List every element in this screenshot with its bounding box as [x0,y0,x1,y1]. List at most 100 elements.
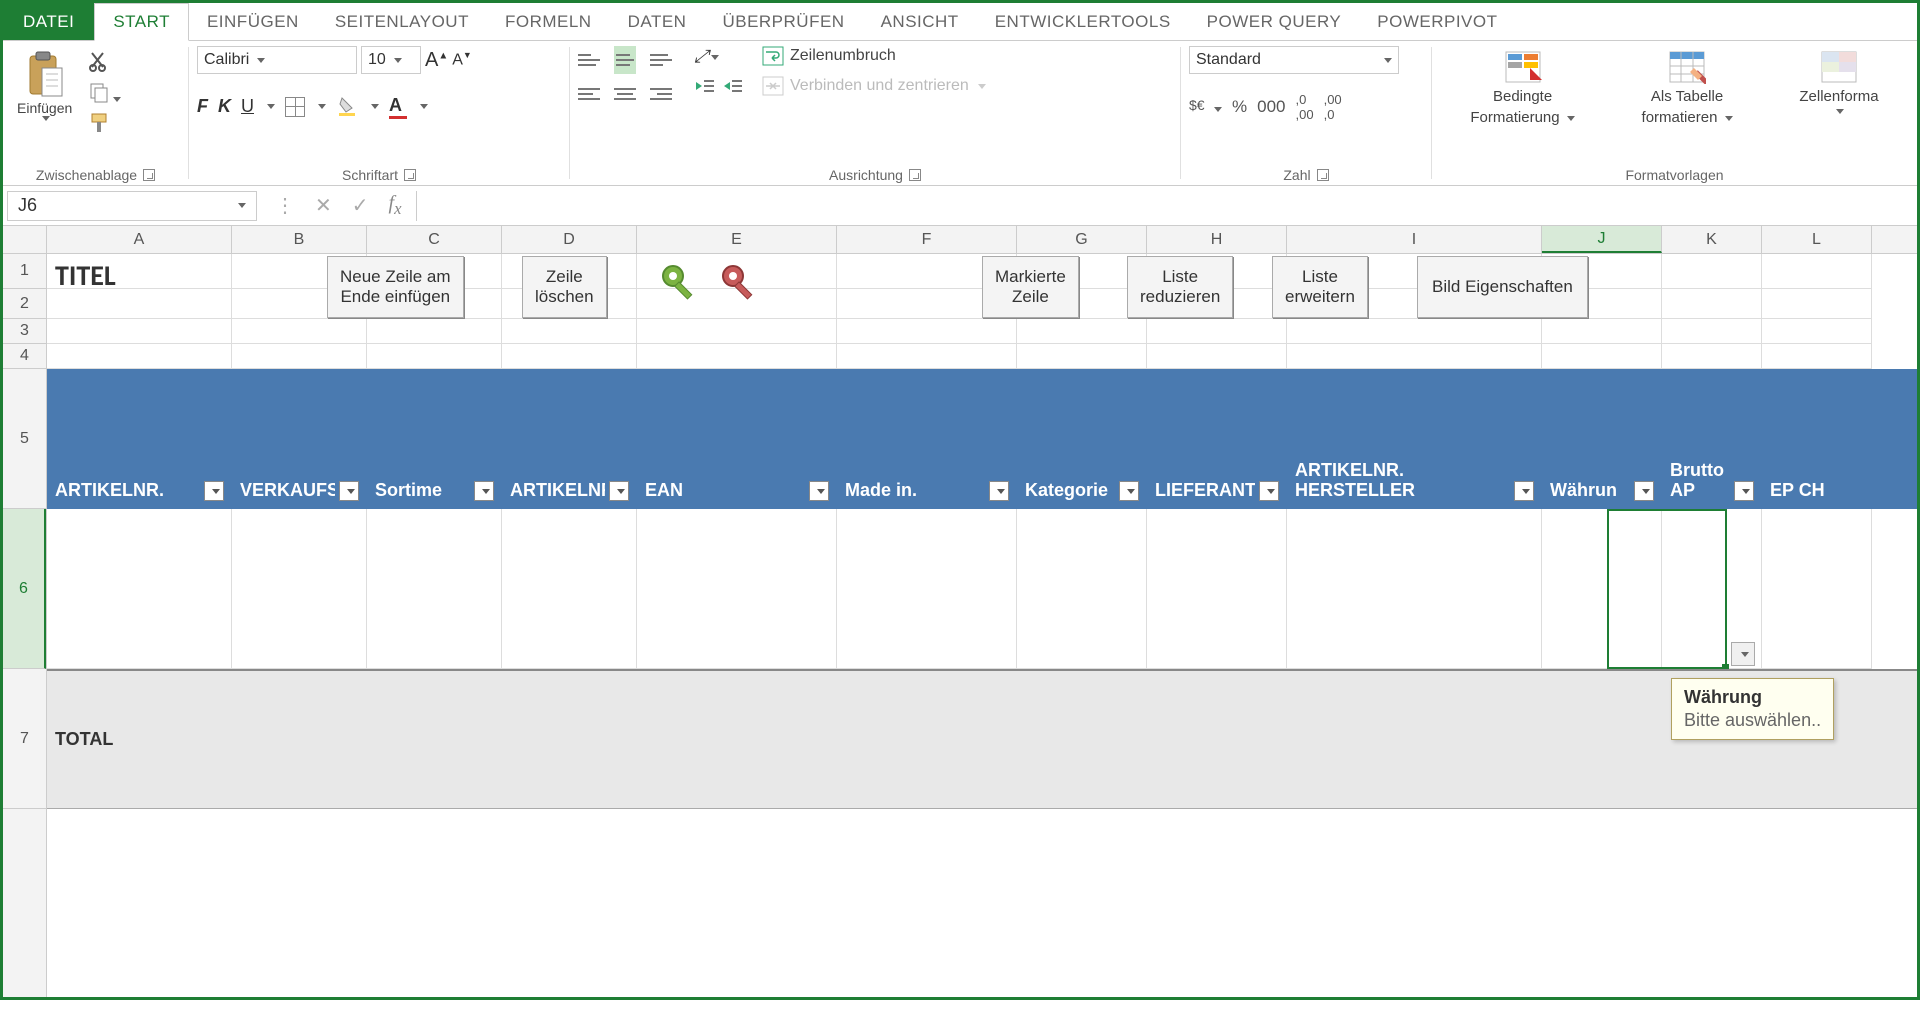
tab-layout[interactable]: SEITENLAYOUT [317,3,487,40]
th-artikelnr2[interactable]: ARTIKELNR [510,480,605,501]
italic-button[interactable]: K [218,96,231,117]
wrap-text-button[interactable]: Zeilenumbruch [762,46,986,66]
new-row-button[interactable]: Neue Zeile amEnde einfügen [327,256,464,318]
row-header-3[interactable]: 3 [3,319,46,344]
align-dialog-launcher[interactable] [909,169,921,181]
row-header-2[interactable]: 2 [3,289,46,319]
decrease-decimal[interactable]: ,00,0 [1324,92,1342,122]
thousands-button[interactable]: 000 [1257,97,1285,117]
col-header-G[interactable]: G [1017,226,1147,253]
filter-icon[interactable] [204,481,224,501]
fx-icon[interactable]: fx [389,192,402,219]
th-verkaufs[interactable]: VERKAUFS [240,480,335,501]
col-header-E[interactable]: E [637,226,837,253]
tab-formulas[interactable]: FORMELN [487,3,610,40]
tab-file[interactable]: DATEI [3,3,94,40]
th-madein[interactable]: Made in. [845,480,917,501]
tab-insert[interactable]: EINFÜGEN [189,3,317,40]
data-row-6[interactable] [47,509,1917,669]
fill-color-button[interactable] [336,94,358,119]
filter-icon[interactable] [609,481,629,501]
align-top[interactable] [578,46,600,74]
marked-row-button[interactable]: MarkierteZeile [982,256,1079,318]
filter-icon[interactable] [1634,481,1654,501]
col-header-L[interactable]: L [1762,226,1872,253]
cut-icon[interactable] [88,50,121,75]
col-header-B[interactable]: B [232,226,367,253]
font-color-button[interactable]: A [389,95,407,119]
image-properties-button[interactable]: Bild Eigenschaften [1417,256,1588,318]
th-kategorie[interactable]: Kategorie [1025,480,1108,501]
th-waehrung[interactable]: Währun [1550,480,1617,501]
align-middle[interactable] [614,46,636,74]
copy-icon[interactable] [88,81,121,106]
th-artikelnr[interactable]: ARTIKELNR. [55,480,164,501]
th-brutto-ap[interactable]: BruttoAP [1670,461,1724,501]
filter-icon[interactable] [1734,481,1754,501]
filter-icon[interactable] [809,481,829,501]
tab-powerquery[interactable]: POWER QUERY [1189,3,1360,40]
clipboard-dialog-launcher[interactable] [143,169,155,181]
filter-icon[interactable] [1514,481,1534,501]
align-right[interactable] [650,80,672,108]
underline-button[interactable]: U [241,96,254,117]
col-header-F[interactable]: F [837,226,1017,253]
filter-icon[interactable] [1259,481,1279,501]
increase-indent[interactable] [722,77,742,98]
cell-dropdown-button[interactable] [1731,642,1755,666]
font-dialog-launcher[interactable] [404,169,416,181]
number-dialog-launcher[interactable] [1317,169,1329,181]
tab-dev[interactable]: ENTWICKLERTOOLS [977,3,1189,40]
green-key-icon[interactable] [657,260,705,311]
expand-list-button[interactable]: Listeerweitern [1272,256,1368,318]
borders-button[interactable] [285,97,305,117]
filter-icon[interactable] [1119,481,1139,501]
font-name-combo[interactable]: Calibri [197,46,357,74]
cancel-formula-icon[interactable]: ✕ [315,193,332,218]
tab-view[interactable]: ANSICHT [863,3,977,40]
delete-row-button[interactable]: Zeilelöschen [522,256,607,318]
cells[interactable]: TITEL Neue Zeile amEnde einfügen Zeilelö… [47,254,1917,997]
formula-input[interactable] [416,191,1918,221]
tab-powerpivot[interactable]: POWERPIVOT [1359,3,1515,40]
tab-data[interactable]: DATEN [610,3,705,40]
select-all-corner[interactable] [3,226,47,253]
accept-formula-icon[interactable]: ✓ [352,193,369,218]
conditional-format-button[interactable]: BedingteFormatierung [1462,46,1582,130]
th-lieferant[interactable]: LIEFERANT [1155,480,1255,501]
filter-icon[interactable] [474,481,494,501]
reduce-list-button[interactable]: Listereduzieren [1127,256,1233,318]
col-header-D[interactable]: D [502,226,637,253]
th-hersteller[interactable]: ARTIKELNR.HERSTELLER [1295,461,1415,501]
col-header-A[interactable]: A [47,226,232,253]
col-header-I[interactable]: I [1287,226,1542,253]
th-sortiment[interactable]: Sortime [375,480,442,501]
percent-button[interactable]: % [1232,97,1247,117]
cell-styles-button[interactable]: Zellenforma [1791,46,1886,118]
col-header-H[interactable]: H [1147,226,1287,253]
shrink-font-icon[interactable]: A▼ [452,50,472,69]
orientation-button[interactable]: ⤢ [694,46,742,67]
merge-center-button[interactable]: Verbinden und zentrieren [762,76,986,96]
align-bottom[interactable] [650,46,672,74]
paste-button[interactable]: Einfügen [11,46,78,125]
tab-review[interactable]: ÜBERPRÜFEN [704,3,862,40]
col-header-C[interactable]: C [367,226,502,253]
red-key-icon[interactable] [717,260,765,311]
cell-A1-title[interactable]: TITEL [47,254,232,289]
bold-button[interactable]: F [197,96,208,117]
number-format-combo[interactable]: Standard [1189,46,1399,74]
filter-icon[interactable] [339,481,359,501]
th-ean[interactable]: EAN [645,480,683,501]
align-left[interactable] [578,80,600,108]
row-header-6[interactable]: 6 [3,509,46,669]
currency-button[interactable]: $€ [1189,96,1222,119]
format-as-table-button[interactable]: Als Tabelleformatieren [1634,46,1741,130]
font-size-combo[interactable]: 10 [361,46,421,74]
col-header-J[interactable]: J [1542,226,1662,253]
tab-start[interactable]: START [94,3,189,41]
col-header-K[interactable]: K [1662,226,1762,253]
decrease-indent[interactable] [694,77,714,98]
row-header-5[interactable]: 5 [3,369,46,509]
row-header-7[interactable]: 7 [3,669,46,809]
